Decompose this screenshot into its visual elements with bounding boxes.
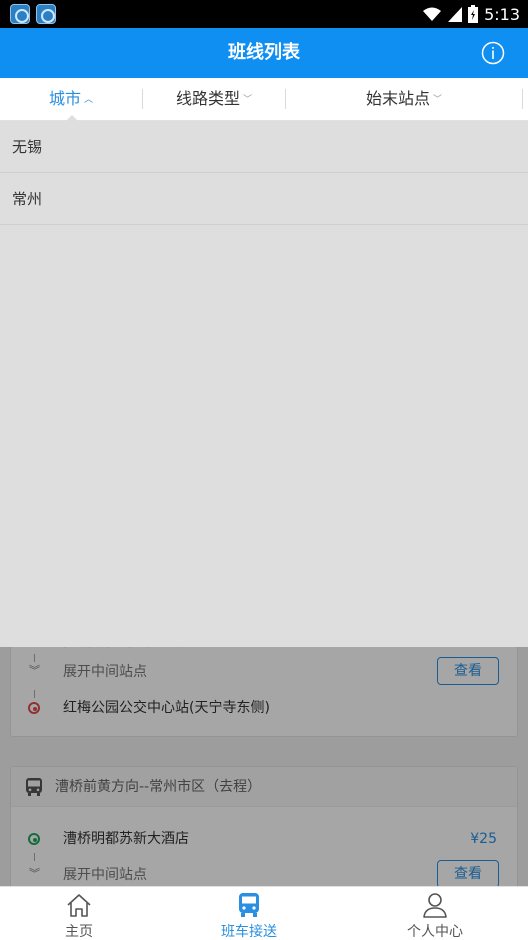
nav-profile-label: 个人中心 bbox=[407, 924, 463, 940]
nav-home[interactable]: 主页 bbox=[0, 887, 158, 940]
city-dropdown: 无锡 常州 bbox=[0, 121, 528, 647]
dropdown-pointer bbox=[66, 115, 78, 121]
filter-tab-stations[interactable]: 始末站点 ﹀ bbox=[286, 78, 522, 120]
wifi-icon bbox=[423, 7, 442, 21]
bottom-nav: 主页 班车接送 个人中心 bbox=[0, 886, 528, 940]
city-option[interactable]: 常州 bbox=[0, 173, 528, 225]
status-time: 5:13 bbox=[484, 4, 520, 24]
filter-bar: 城市 ︿ 线路类型 ﹀ 始末站点 ﹀ bbox=[0, 78, 528, 121]
chevron-down-icon: ﹀ bbox=[243, 94, 253, 105]
signal-icon bbox=[448, 7, 463, 22]
bus-icon bbox=[239, 893, 259, 917]
city-option[interactable]: 无锡 bbox=[0, 121, 528, 173]
filter-tab-city-label: 城市 bbox=[48, 89, 81, 108]
filter-tab-stations-label: 始末站点 bbox=[365, 89, 430, 108]
app-notification-icon bbox=[36, 4, 56, 24]
nav-shuttle[interactable]: 班车接送 bbox=[170, 887, 328, 940]
chevron-down-icon: ﹀ bbox=[433, 94, 443, 105]
info-icon[interactable] bbox=[481, 41, 505, 65]
chevron-up-icon: ︿ bbox=[84, 94, 94, 105]
person-icon bbox=[423, 893, 447, 918]
app-header: 班线列表 bbox=[0, 28, 528, 78]
filter-tab-city[interactable]: 城市 ︿ bbox=[0, 78, 142, 120]
page-title: 班线列表 bbox=[228, 42, 300, 63]
home-icon bbox=[67, 894, 91, 917]
filter-tab-route-type[interactable]: 线路类型 ﹀ bbox=[143, 78, 285, 120]
nav-profile[interactable]: 个人中心 bbox=[356, 887, 514, 940]
battery-icon bbox=[468, 5, 479, 23]
divider bbox=[522, 89, 523, 109]
app-notification-icon bbox=[10, 4, 30, 24]
status-bar: 5:13 bbox=[0, 0, 528, 28]
nav-home-label: 主页 bbox=[65, 924, 93, 940]
nav-shuttle-label: 班车接送 bbox=[221, 924, 277, 940]
filter-tab-route-type-label: 线路类型 bbox=[175, 89, 240, 108]
